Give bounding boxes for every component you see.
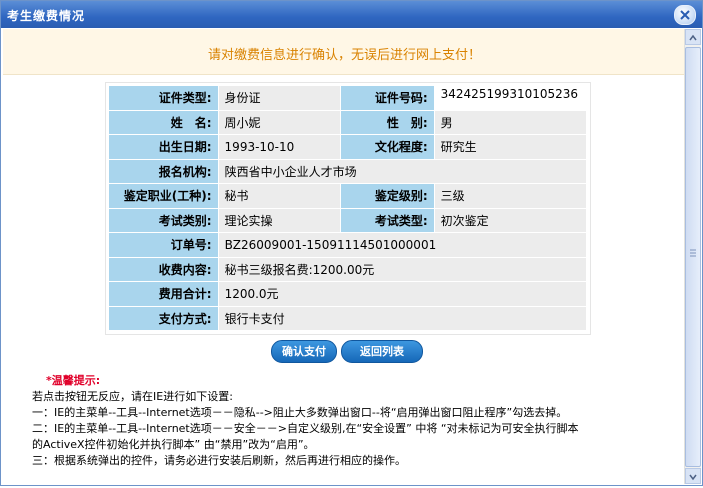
- tips-line: 若点击按钮无反应，请在IE进行如下设置:: [32, 390, 233, 403]
- close-icon: [680, 10, 690, 20]
- edu-label: 文化程度:: [341, 135, 435, 160]
- table-row: 出生日期: 1993-10-10 文化程度: 研究生: [109, 135, 587, 160]
- exam-category-value: 理论实操: [218, 208, 342, 233]
- exam-category-label: 考试类别:: [109, 208, 219, 233]
- exam-type-label: 考试类型:: [341, 208, 435, 233]
- arrow-down-icon: [689, 474, 697, 481]
- job-value: 秘书: [218, 184, 342, 209]
- birth-label: 出生日期:: [109, 135, 219, 160]
- table-row: 鉴定职业(工种): 秘书 鉴定级别: 三级: [109, 184, 587, 209]
- fee-content-label: 收费内容:: [109, 257, 219, 282]
- org-value: 陕西省中小企业人才市场: [218, 159, 587, 184]
- id-type-value: 身份证: [218, 86, 342, 111]
- pay-method-label: 支付方式:: [109, 306, 219, 331]
- close-button[interactable]: [674, 5, 696, 25]
- org-label: 报名机构:: [109, 159, 219, 184]
- title-bar: 考生缴费情况: [1, 1, 702, 28]
- id-no-label: 证件号码:: [341, 86, 435, 111]
- tips-section: *温馨提示: 若点击按钮无反应，请在IE进行如下设置: 一：IE的主菜单--工具…: [32, 373, 579, 469]
- vertical-scrollbar[interactable]: [684, 29, 701, 484]
- gender-value: 男: [434, 110, 587, 135]
- id-no-value: 342425199310105236: [434, 86, 587, 111]
- window-title: 考生缴费情况: [7, 9, 86, 23]
- scroll-thumb[interactable]: [685, 47, 701, 467]
- scroll-up-button[interactable]: [685, 29, 701, 45]
- tips-heading: *温馨提示:: [46, 374, 101, 387]
- confirm-payment-button[interactable]: 确认支付: [271, 340, 337, 363]
- fee-total-label: 费用合计:: [109, 282, 219, 307]
- fee-content-value: 秘书三级报名费:1200.00元: [218, 257, 587, 282]
- notice-banner: 请对缴费信息进行确认，无误后进行网上支付！: [3, 29, 686, 75]
- level-label: 鉴定级别:: [341, 184, 435, 209]
- order-value: BZ26009001-15091114501000001: [218, 233, 587, 258]
- table-row: 证件类型: 身份证 证件号码: 342425199310105236: [109, 86, 587, 111]
- back-to-list-button[interactable]: 返回列表: [341, 340, 423, 363]
- name-value: 周小妮: [218, 110, 342, 135]
- scroll-down-button[interactable]: [685, 468, 701, 484]
- order-label: 订单号:: [109, 233, 219, 258]
- table-row: 费用合计: 1200.0元: [109, 282, 587, 307]
- table-row: 订单号: BZ26009001-15091114501000001: [109, 233, 587, 258]
- name-label: 姓 名:: [109, 110, 219, 135]
- table-row: 考试类别: 理论实操 考试类型: 初次鉴定: [109, 208, 587, 233]
- tips-line: 的ActiveX控件初始化并执行脚本” 由“禁用”改为“启用”。: [32, 438, 315, 451]
- fee-total-value: 1200.0元: [218, 282, 587, 307]
- notice-text: 请对缴费信息进行确认，无误后进行网上支付！: [207, 48, 481, 63]
- dialog-content: 请对缴费信息进行确认，无误后进行网上支付！ 证件类型: 身份证 证件号码: 34…: [3, 29, 686, 484]
- payment-info-table: 证件类型: 身份证 证件号码: 342425199310105236 姓 名: …: [105, 82, 591, 335]
- level-value: 三级: [434, 184, 587, 209]
- birth-value: 1993-10-10: [218, 135, 342, 160]
- job-label: 鉴定职业(工种):: [109, 184, 219, 209]
- exam-type-value: 初次鉴定: [434, 208, 587, 233]
- arrow-up-icon: [689, 34, 697, 41]
- tips-line: 二：IE的主菜单--工具--Internet选项－－安全－－>自定义级别,在“安…: [32, 422, 579, 435]
- table-row: 姓 名: 周小妮 性 别: 男: [109, 110, 587, 135]
- id-type-label: 证件类型:: [109, 86, 219, 111]
- dialog-window: 考生缴费情况 请对缴费信息进行确认，无误后进行网上支付！ 证件类型: 身份证 证…: [0, 0, 703, 486]
- grip-icon: [690, 249, 696, 257]
- tips-line: 一：IE的主菜单--工具--Internet选项－－隐私-->阻止大多数弹出窗口…: [32, 406, 568, 419]
- edu-value: 研究生: [434, 135, 587, 160]
- table-row: 收费内容: 秘书三级报名费:1200.00元: [109, 257, 587, 282]
- tips-line: 三：根据系统弹出的控件，请务必进行安装后刷新，然后再进行相应的操作。: [32, 454, 406, 467]
- pay-method-value: 银行卡支付: [218, 306, 587, 331]
- gender-label: 性 别:: [341, 110, 435, 135]
- table-row: 报名机构: 陕西省中小企业人才市场: [109, 159, 587, 184]
- table-row: 支付方式: 银行卡支付: [109, 306, 587, 331]
